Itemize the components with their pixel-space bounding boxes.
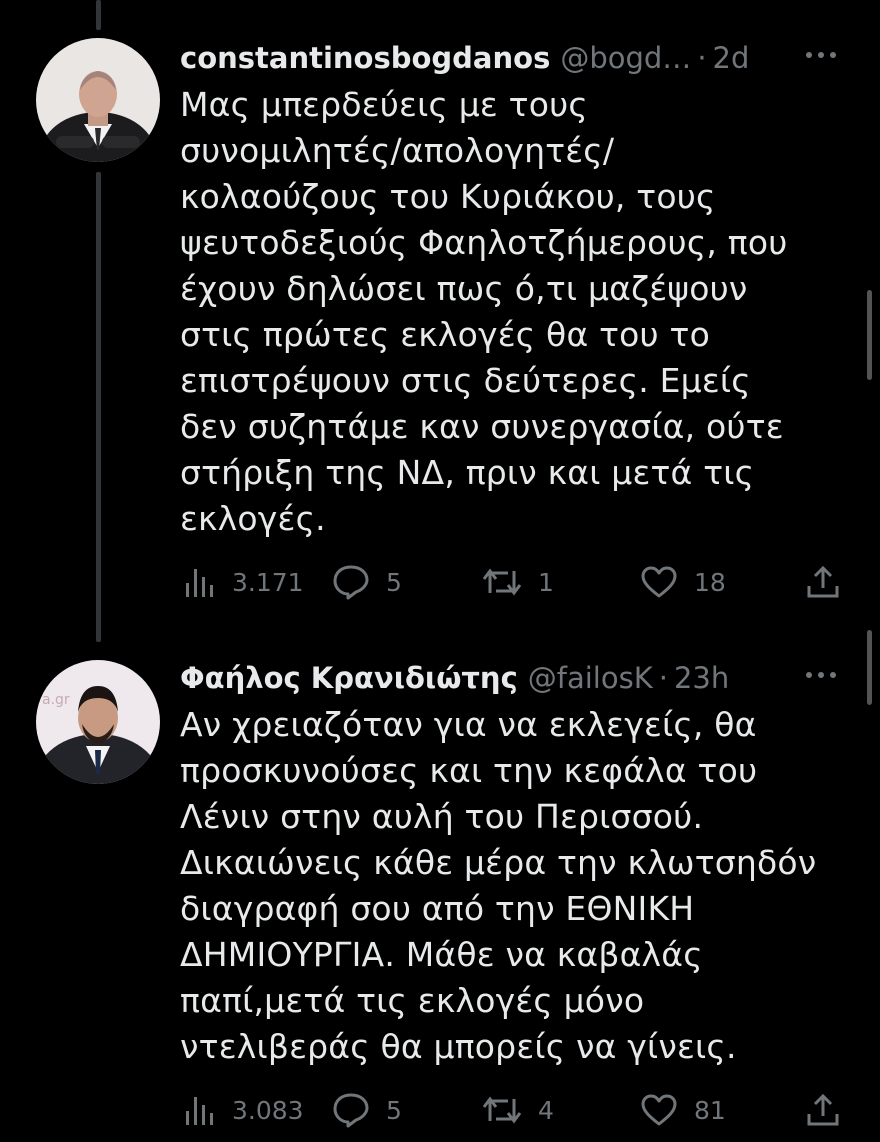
author-handle[interactable]: @bogd…: [560, 41, 691, 75]
avatar-watermark: a.gr: [42, 692, 70, 708]
retweet-icon: [482, 1096, 522, 1124]
tweet-text-line: ντελιβεράς θα μπορείς να γίνεις.: [180, 1027, 737, 1066]
heart-icon: [641, 1094, 677, 1126]
like-count: 81: [694, 1095, 726, 1125]
reply-bubble-icon: [333, 1093, 369, 1128]
avatar-photo-icon: a.gr: [36, 660, 160, 784]
tweet-text-line: δεν συζητάμε καν συνεργασία, ούτε: [180, 407, 784, 446]
views-chart-icon: [186, 1097, 213, 1125]
tweet-text-line: εκλογές.: [180, 499, 326, 538]
tweet-text-line: ΔΗΜΙΟΥΡΓΙΑ. Μάθε να καβαλάς: [180, 935, 703, 974]
tweet-text-line: προσκυνούσες και την κεφάλα του: [180, 751, 758, 790]
more-horizontal-icon: [806, 52, 836, 58]
separator-dot: ·: [697, 41, 707, 75]
tweet-text: Αν χρειαζόταν για να εκλεγείς, θα προσκυ…: [180, 702, 840, 1070]
tweet-text-line: Δικαιώνεις κάθε μέρα την κλωτσηδόν: [180, 843, 817, 882]
separator-dot: ·: [658, 661, 668, 695]
tweet-actions: 3.083 5 4 81: [180, 1088, 845, 1132]
heart-icon: [641, 566, 677, 598]
tweet-header: Φαήλος Κρανιδιώτης @failosK · 23h: [180, 658, 850, 698]
views-button[interactable]: 3.083: [184, 1088, 304, 1132]
retweet-count: 4: [538, 1095, 554, 1125]
reply-count: 5: [386, 1095, 402, 1125]
author-name[interactable]: constantinosbogdanos: [180, 41, 550, 75]
tweet-text-line: Αν χρειαζόταν για να εκλεγείς, θα: [180, 705, 757, 744]
tweet-text-line: κολαούζους του Κυριάκου, τους: [180, 177, 716, 216]
tweet-actions: 3.171 5 1 18: [180, 560, 845, 604]
author-handle[interactable]: @failosK: [528, 661, 653, 695]
views-chart-icon: [186, 569, 213, 597]
retweet-button[interactable]: 1: [482, 560, 554, 604]
tweet-text-line: παπί,μετά τις εκλογές μόνο: [180, 981, 645, 1020]
tweet-text: Μας μπερδεύεις με τους συνομιλητές/απολο…: [180, 82, 840, 542]
tweet-2[interactable]: a.gr Φαήλος Κρανιδιώτης @failosK · 23h Α…: [0, 640, 880, 1142]
timestamp[interactable]: 2d: [713, 41, 750, 75]
like-button[interactable]: 18: [640, 560, 726, 604]
like-count: 18: [694, 567, 726, 597]
more-options-button[interactable]: [804, 662, 838, 692]
tweet-text-line: Μας μπερδεύεις με τους: [180, 85, 588, 124]
timestamp[interactable]: 23h: [674, 661, 729, 695]
reply-button[interactable]: 5: [332, 1088, 402, 1132]
views-button[interactable]: 3.171: [184, 560, 304, 604]
tweet-text-line: στις πρώτες εκλογές θα του το: [180, 315, 710, 354]
retweet-icon: [482, 568, 522, 596]
views-count: 3.083: [232, 1095, 304, 1125]
share-button[interactable]: [806, 1088, 840, 1132]
share-button[interactable]: [806, 560, 840, 604]
share-icon: [807, 565, 839, 598]
tweet-header: constantinosbogdanos @bogd… · 2d: [180, 38, 850, 78]
more-options-button[interactable]: [804, 42, 838, 72]
avatar[interactable]: a.gr: [36, 660, 160, 784]
reply-count: 5: [386, 567, 402, 597]
tweet-text-line: επιστρέψουν στις δεύτερες. Εμείς: [180, 361, 751, 400]
tweet-text-line: ψευτοδεξιούς Φαηλοτζήμερους, που: [180, 223, 788, 262]
tweet-1[interactable]: constantinosbogdanos @bogd… · 2d Μας μπε…: [0, 0, 880, 640]
tweet-text-line: στήριξη της ΝΔ, πριν και μετά τις: [180, 453, 755, 492]
avatar[interactable]: [36, 38, 160, 162]
author-name[interactable]: Φαήλος Κρανιδιώτης: [180, 661, 518, 695]
reply-button[interactable]: 5: [332, 560, 402, 604]
share-icon: [807, 1093, 839, 1126]
retweet-button[interactable]: 4: [482, 1088, 554, 1132]
tweet-text-line: έχουν δηλώσει πως ό,τι μαζέψουν: [180, 269, 748, 308]
tweet-text-line: συνομιλητές/απολογητές/: [180, 131, 615, 170]
like-button[interactable]: 81: [640, 1088, 726, 1132]
tweet-text-line: διαγραφή σου από την ΕΘΝΙΚΗ: [180, 889, 695, 928]
more-horizontal-icon: [806, 672, 836, 678]
retweet-count: 1: [538, 567, 554, 597]
avatar-photo-icon: [36, 38, 160, 162]
tweet-text-line: Λένιν στην αυλή του Περισσού.: [180, 797, 704, 836]
views-count: 3.171: [232, 567, 304, 597]
reply-bubble-icon: [333, 565, 369, 600]
